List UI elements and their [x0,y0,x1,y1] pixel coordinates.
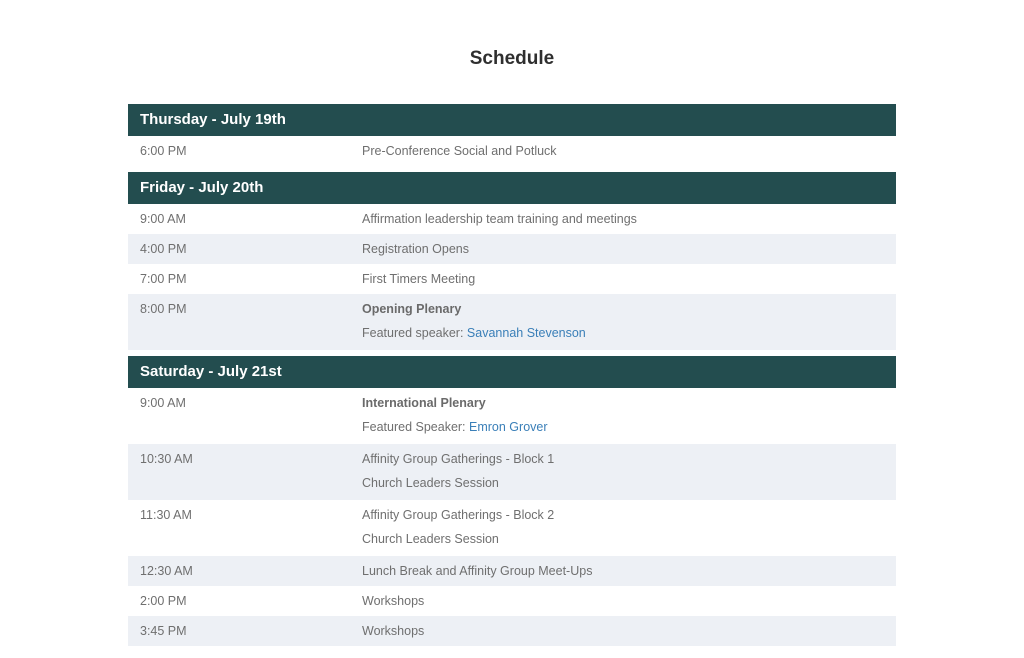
schedule-row: 11:30 AM Affinity Group Gatherings - Blo… [128,500,896,556]
event-time: 12:30 AM [140,564,193,578]
event-subtitle: Church Leaders Session [362,532,499,546]
event-speaker: Featured speaker: Savannah Stevenson [362,321,896,345]
event-title: Affirmation leadership team training and… [362,212,637,226]
schedule-row: 12:30 AM Lunch Break and Affinity Group … [128,556,896,586]
schedule-row: 8:00 PM Opening Plenary Featured speaker… [128,294,896,350]
event-title: First Timers Meeting [362,272,476,286]
schedule-row: 9:00 AM Affirmation leadership team trai… [128,204,896,234]
day-saturday: Saturday - July 21st 9:00 AM Internation… [128,356,896,646]
event-time: 11:30 AM [140,508,192,522]
event-title: Lunch Break and Affinity Group Meet-Ups [362,564,593,578]
event-time: 7:00 PM [140,272,187,286]
event-title: International Plenary [362,396,486,410]
schedule-row: 7:00 PM First Timers Meeting [128,264,896,294]
event-title: Workshops [362,624,425,638]
event-title: Opening Plenary [362,302,462,316]
event-time: 10:30 AM [140,452,193,466]
event-title: Affinity Group Gatherings - Block 1 [362,452,555,466]
speaker-prefix: Featured speaker: [362,326,467,340]
day-header: Friday - July 20th [128,172,896,204]
event-title: Registration Opens [362,242,470,256]
event-title: Affinity Group Gatherings - Block 2 [362,508,555,522]
event-speaker: Featured Speaker: Emron Grover [362,415,896,439]
day-header: Thursday - July 19th [128,104,896,136]
schedule-row: 2:00 PM Workshops [128,586,896,616]
event-time: 8:00 PM [140,302,187,316]
event-time: 2:00 PM [140,594,187,608]
event-time: 9:00 AM [140,212,186,226]
schedule-row: 3:45 PM Workshops [128,616,896,646]
event-time: 3:45 PM [140,624,187,638]
page-title: Schedule [469,48,555,69]
schedule-row: 10:30 AM Affinity Group Gatherings - Blo… [128,444,896,500]
event-subtitle: Church Leaders Session [362,476,499,490]
event-title: Pre-Conference Social and Potluck [362,144,557,158]
event-time: 6:00 PM [140,144,187,158]
speaker-prefix: Featured Speaker: [362,420,470,434]
event-time: 9:00 AM [140,396,186,410]
day-friday: Friday - July 20th 9:00 AM Affirmation l… [128,172,896,350]
schedule-row: 4:00 PM Registration Opens [128,234,896,264]
schedule-row: 6:00 PM Pre-Conference Social and Potluc… [128,136,896,166]
event-time: 4:00 PM [140,242,187,256]
day-header: Saturday - July 21st [128,356,896,388]
event-title: Workshops [362,594,425,608]
schedule-row: 9:00 AM International Plenary Featured S… [128,388,896,444]
speaker-link[interactable]: Emron Grover [469,420,548,434]
day-thursday: Thursday - July 19th 6:00 PM Pre-Confere… [128,104,896,166]
schedule-table: Thursday - July 19th 6:00 PM Pre-Confere… [128,104,896,646]
speaker-link[interactable]: Savannah Stevenson [467,326,586,340]
